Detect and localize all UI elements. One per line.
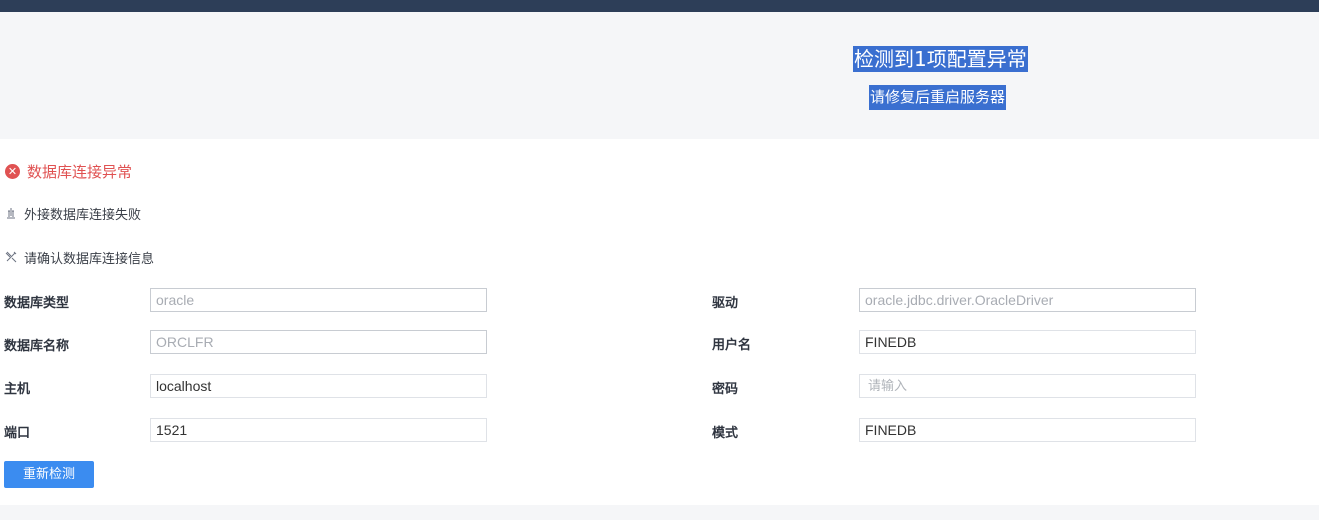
error-detail-panel: ✕ 数据库连接异常 外接数据库连接失败 请确认数据库连接信息 数据库类型 ora… xyxy=(0,139,1319,505)
error-title: 数据库连接异常 xyxy=(27,162,133,181)
alert-title: 检测到1项配置异常 xyxy=(853,46,1028,72)
username-field[interactable]: FINEDB xyxy=(859,330,1196,354)
alert-subtitle: 请修复后重启服务器 xyxy=(869,85,1007,110)
schema-field[interactable]: FINEDB xyxy=(859,418,1196,442)
password-field[interactable]: 请输入 xyxy=(859,374,1196,398)
config-alert-banner: 检测到1项配置异常 请修复后重启服务器 xyxy=(0,12,1319,139)
failure-reason-text: 外接数据库连接失败 xyxy=(24,207,142,223)
driver-label: 驱动 xyxy=(712,296,739,311)
port-field[interactable]: 1521 xyxy=(150,418,487,442)
close-circle-icon: ✕ xyxy=(5,163,20,179)
host-field[interactable]: localhost xyxy=(150,374,487,398)
building-icon xyxy=(7,208,15,219)
db-type-label: 数据库类型 xyxy=(4,296,70,311)
tools-icon xyxy=(5,251,17,263)
db-type-field[interactable]: oracle xyxy=(150,288,487,312)
suggestion-text: 请确认数据库连接信息 xyxy=(24,251,155,267)
password-label: 密码 xyxy=(712,382,739,397)
error-header: ✕ 数据库连接异常 xyxy=(5,161,132,181)
schema-label: 模式 xyxy=(712,426,739,441)
port-label: 端口 xyxy=(4,426,31,441)
suggestion-row: 请确认数据库连接信息 xyxy=(5,248,155,267)
username-label: 用户名 xyxy=(712,338,752,353)
recheck-button[interactable]: 重新检测 xyxy=(4,461,94,488)
db-name-field[interactable]: ORCLFR xyxy=(150,330,487,354)
failure-reason-row: 外接数据库连接失败 xyxy=(5,204,142,223)
top-navigation-bar xyxy=(0,0,1319,12)
host-label: 主机 xyxy=(4,382,31,397)
driver-field[interactable]: oracle.jdbc.driver.OracleDriver xyxy=(859,288,1196,312)
db-name-label: 数据库名称 xyxy=(4,339,70,354)
